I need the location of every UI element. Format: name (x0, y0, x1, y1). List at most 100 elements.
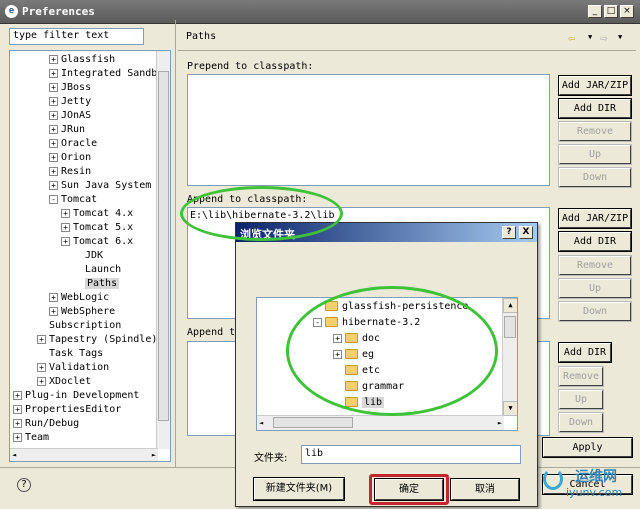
tree-item[interactable]: + PropertiesEditor (13, 404, 121, 415)
scroll-down-icon[interactable]: ▼ (503, 401, 517, 416)
scroll-up-icon[interactable]: ▲ (503, 298, 517, 313)
tree-item[interactable]: + Tomcat 4.x (61, 208, 133, 219)
tree-item[interactable]: - Tomcat (49, 194, 97, 205)
remove-button-1[interactable]: Remove (558, 121, 632, 142)
tree-item-label: Tomcat 5.x (73, 222, 134, 233)
up-button-3[interactable]: Up (558, 389, 604, 410)
tree-item[interactable]: + Team (13, 432, 49, 443)
scroll-left-icon[interactable]: ◄ (259, 419, 263, 427)
expand-icon[interactable]: + (37, 334, 46, 344)
expand-icon[interactable]: + (49, 124, 58, 134)
expand-icon[interactable]: + (49, 152, 58, 162)
expand-icon[interactable]: + (13, 418, 22, 428)
dialog-help-button[interactable]: ? (502, 226, 516, 239)
tree-item[interactable]: + Sun Java System (49, 180, 151, 191)
down-button-3[interactable]: Down (558, 412, 604, 433)
scroll-left-icon[interactable]: ◄ (12, 451, 16, 459)
forward-arrow-icon[interactable]: ⇨ (600, 31, 607, 45)
tree-item[interactable]: + Oracle (49, 138, 97, 149)
tree-item[interactable]: Subscription (37, 320, 121, 331)
folder-vscrollbar[interactable]: ▲ ▼ (502, 298, 517, 416)
back-dropdown-icon[interactable]: ▼ (588, 33, 592, 41)
add-dir-button-2[interactable]: Add DIR (558, 231, 632, 252)
back-arrow-icon[interactable]: ⇦ (568, 31, 575, 45)
expand-icon[interactable]: + (49, 292, 58, 302)
prepend-list[interactable] (187, 74, 550, 186)
remove-button-2[interactable]: Remove (558, 255, 632, 276)
collapse-icon[interactable]: - (49, 194, 58, 204)
dialog-close-button[interactable]: X (519, 226, 533, 239)
tree-item[interactable]: + Validation (37, 362, 109, 373)
tree-item[interactable]: + XDoclet (37, 376, 91, 387)
tree-item[interactable]: + Tomcat 5.x (61, 222, 133, 233)
ok-button[interactable]: 确定 (374, 478, 444, 501)
tree-item[interactable]: Launch (73, 264, 121, 275)
tree-item-label: Subscription (49, 320, 122, 331)
expand-icon[interactable]: + (61, 222, 70, 232)
expand-icon[interactable]: + (13, 432, 22, 442)
tree-item[interactable]: + Integrated Sandb (49, 68, 157, 79)
expand-icon[interactable]: + (61, 236, 70, 246)
tree-item[interactable]: + WebSphere (49, 306, 115, 317)
expand-icon[interactable]: + (61, 208, 70, 218)
add-jar-button-2[interactable]: Add JAR/ZIP (558, 208, 632, 229)
tree-item[interactable]: JDK (73, 250, 103, 261)
expand-icon[interactable]: + (49, 54, 58, 64)
tree-item[interactable]: Task Tags (37, 348, 103, 359)
minimize-button[interactable]: _ (588, 5, 602, 18)
tree-item[interactable]: + Glassfish (49, 54, 115, 65)
tree-vscrollbar[interactable] (156, 51, 170, 449)
tree-item[interactable]: + Run/Debug (13, 418, 79, 429)
down-button-1[interactable]: Down (558, 167, 632, 188)
expand-icon[interactable]: + (49, 306, 58, 316)
tree-item[interactable]: + JOnAS (49, 110, 91, 121)
expand-icon[interactable]: + (13, 390, 22, 400)
tree-item[interactable]: + Plug-in Development (13, 390, 139, 401)
up-button-1[interactable]: Up (558, 144, 632, 165)
filter-input[interactable]: type filter text (9, 28, 144, 45)
tree-item-label: Tomcat (61, 194, 98, 205)
expand-icon[interactable]: + (49, 68, 58, 78)
expand-icon[interactable]: + (49, 166, 58, 176)
dialog-cancel-button[interactable]: 取消 (450, 478, 520, 501)
apply-button[interactable]: Apply (542, 437, 633, 458)
tree-item[interactable]: + WebLogic (49, 292, 109, 303)
expand-icon[interactable]: + (49, 180, 58, 190)
header-separator (178, 50, 636, 51)
up-button-2[interactable]: Up (558, 278, 632, 299)
tree-item[interactable]: + Resin (49, 166, 91, 177)
expand-icon[interactable]: + (37, 362, 46, 372)
tree-item[interactable]: + Orion (49, 152, 91, 163)
tree-item[interactable]: + JBoss (49, 82, 91, 93)
expand-icon[interactable]: + (49, 110, 58, 120)
tree-item[interactable]: Paths (73, 278, 120, 289)
scroll-right-icon[interactable]: ► (152, 451, 156, 459)
tree-item[interactable]: + JRun (49, 124, 85, 135)
add-dir-button-3[interactable]: Add DIR (558, 342, 612, 363)
expand-icon[interactable]: + (37, 376, 46, 386)
folder-scroll-thumb[interactable] (504, 316, 516, 338)
expand-icon[interactable]: + (13, 404, 22, 414)
tree-item[interactable]: + Tapestry (Spindle) (37, 334, 157, 345)
close-button[interactable]: × (620, 5, 634, 18)
scroll-right-icon[interactable]: ► (498, 419, 502, 427)
expand-icon[interactable]: + (49, 82, 58, 92)
folder-hscroll-thumb[interactable] (273, 417, 353, 428)
expand-icon[interactable]: + (49, 96, 58, 106)
sash-divider[interactable] (175, 20, 176, 467)
down-button-2[interactable]: Down (558, 301, 632, 322)
expand-icon[interactable]: + (49, 138, 58, 148)
folder-hscrollbar[interactable]: ◄ ► (257, 415, 504, 430)
help-icon[interactable]: ? (17, 478, 31, 492)
forward-dropdown-icon[interactable]: ▼ (618, 33, 622, 41)
add-jar-button-1[interactable]: Add JAR/ZIP (558, 75, 632, 96)
tree-scroll-thumb[interactable] (158, 71, 169, 421)
maximize-button[interactable]: □ (604, 5, 618, 18)
new-folder-button[interactable]: 新建文件夹(M) (253, 477, 345, 501)
tree-item[interactable]: + Jetty (49, 96, 91, 107)
folder-field-input[interactable]: lib (301, 445, 521, 464)
tree-item[interactable]: + Tomcat 6.x (61, 236, 133, 247)
tree-hscrollbar[interactable]: ◄ ► (10, 448, 158, 461)
remove-button-3[interactable]: Remove (558, 366, 604, 387)
add-dir-button-1[interactable]: Add DIR (558, 98, 632, 119)
